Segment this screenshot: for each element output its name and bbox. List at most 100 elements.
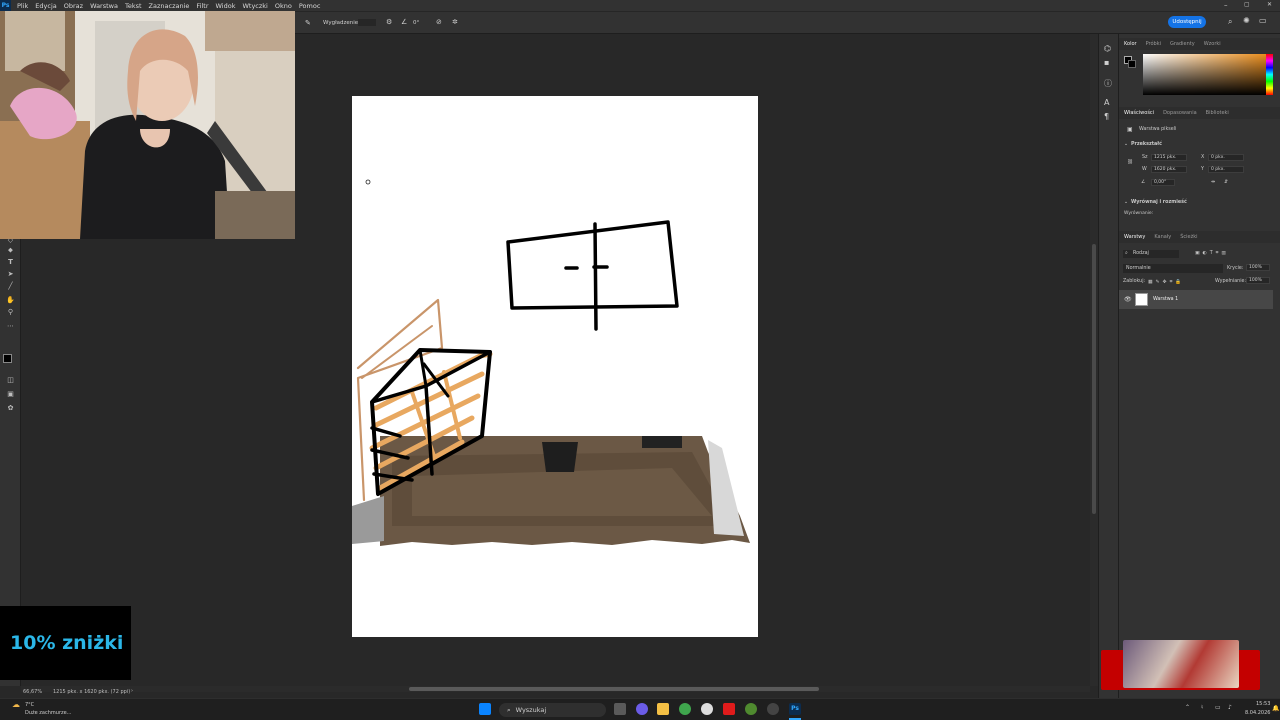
flip-vertical-icon[interactable]: ⇵ xyxy=(1224,180,1228,185)
minimize-icon[interactable]: – xyxy=(1224,1,1228,9)
volume-icon[interactable]: ♪ xyxy=(1228,704,1232,711)
chrome-icon[interactable] xyxy=(679,703,691,715)
weather-desc[interactable]: Duże zachmurze... xyxy=(25,710,71,716)
path-select-icon[interactable]: ➤ xyxy=(5,270,16,278)
menu-window[interactable]: Okno xyxy=(275,2,292,10)
menu-filter[interactable]: Filtr xyxy=(196,2,208,10)
mic-icon[interactable]: ♮ xyxy=(1201,704,1203,711)
video-app-icon[interactable] xyxy=(723,703,735,715)
history-icon[interactable]: ⌬ xyxy=(1104,44,1111,53)
menu-view[interactable]: Widok xyxy=(216,2,236,10)
brush-tool-preset-icon[interactable]: ✎ xyxy=(305,19,311,27)
obs-icon[interactable] xyxy=(767,703,779,715)
layer-name[interactable]: Warstwa 1 xyxy=(1153,297,1178,302)
character-icon[interactable]: A xyxy=(1104,98,1109,107)
flip-horizontal-icon[interactable]: ⇹ xyxy=(1211,180,1215,185)
photoshop-logo-icon[interactable]: Ps xyxy=(0,0,11,11)
menu-image[interactable]: Obraz xyxy=(64,2,83,10)
quick-mask-icon[interactable]: ◫ xyxy=(5,376,16,384)
menu-edit[interactable]: Edycja xyxy=(35,2,56,10)
menu-select[interactable]: Zaznaczanie xyxy=(149,2,190,10)
vertical-scrollbar[interactable] xyxy=(1090,34,1098,686)
eye-icon[interactable]: 👁 xyxy=(1124,296,1132,303)
chevron-right-icon[interactable]: › xyxy=(131,688,133,694)
align-chevron-icon[interactable]: ⌄ xyxy=(1124,200,1128,205)
pressure-icon[interactable]: ⊘ xyxy=(436,18,442,26)
tab-libraries[interactable]: Biblioteki xyxy=(1206,110,1229,116)
hand-tool-icon[interactable]: ✋ xyxy=(5,296,16,304)
tab-patterns[interactable]: Wzorki xyxy=(1204,41,1221,47)
opacity-field[interactable]: 100% xyxy=(1246,264,1270,271)
lock-icons[interactable]: ▦✎✥⌗🔒 xyxy=(1148,279,1184,285)
file-explorer-icon[interactable] xyxy=(657,703,669,715)
tab-color[interactable]: Kolor xyxy=(1124,41,1137,47)
clock-time[interactable]: 15:53 xyxy=(1256,701,1270,707)
weather-icon[interactable]: ☁ xyxy=(12,700,20,709)
task-view-icon[interactable] xyxy=(614,703,626,715)
hue-slider[interactable] xyxy=(1266,54,1273,95)
launcher-icon[interactable] xyxy=(745,703,757,715)
photoshop-taskbar-icon[interactable]: Ps xyxy=(789,703,801,715)
discord-app-icon[interactable] xyxy=(701,703,713,715)
tab-layers[interactable]: Warstwy xyxy=(1124,234,1145,240)
windows-start-icon[interactable] xyxy=(479,703,491,715)
color-background-swatch[interactable] xyxy=(1128,60,1136,68)
close-icon[interactable]: ✕ xyxy=(1267,1,1272,8)
tab-adjustments[interactable]: Dopasowania xyxy=(1163,110,1197,116)
color-field[interactable] xyxy=(1143,54,1270,95)
tab-channels[interactable]: Kanały xyxy=(1154,234,1171,240)
smoothing-input[interactable] xyxy=(358,19,376,26)
fill-field[interactable]: 100% xyxy=(1246,277,1270,284)
info-icon[interactable]: ⓘ xyxy=(1104,78,1112,89)
foreground-color-swatch[interactable] xyxy=(3,354,12,363)
angle-icon[interactable]: ∠ xyxy=(401,18,407,26)
edit-toolbar-icon[interactable]: ✿ xyxy=(5,404,16,412)
vscroll-thumb[interactable] xyxy=(1092,244,1096,514)
paint-bucket-icon[interactable]: ⬥ xyxy=(5,246,16,254)
zoom-tool-icon[interactable]: ⚲ xyxy=(5,308,16,316)
share-button[interactable]: Udostępnij xyxy=(1168,16,1206,28)
layer-filter-select[interactable]: ⌕ Rodzaj xyxy=(1123,250,1179,258)
network-icon[interactable]: ▭ xyxy=(1215,704,1221,711)
layer-filter-icons[interactable]: ▣◐T⌗▥ xyxy=(1195,250,1229,256)
search-icon[interactable]: ⌕ xyxy=(1228,17,1232,27)
maximize-icon[interactable]: ▢ xyxy=(1244,1,1250,8)
screen-mode-icon[interactable]: ▣ xyxy=(5,390,16,398)
clock-date[interactable]: 8.04.2026 xyxy=(1245,710,1270,716)
blend-mode-select[interactable]: Normalnie xyxy=(1123,264,1223,273)
x-field[interactable]: 0 pkx. xyxy=(1208,154,1244,161)
transform-header[interactable]: Przekształć xyxy=(1131,142,1162,147)
menu-layer[interactable]: Warstwa xyxy=(90,2,118,10)
height-field[interactable]: 1620 pkx. xyxy=(1151,166,1187,173)
width-field[interactable]: 1215 pkx. xyxy=(1151,154,1187,161)
gear-icon[interactable]: ⚙ xyxy=(386,18,392,26)
layer-row[interactable]: 👁 Warstwa 1 xyxy=(1119,290,1273,309)
tray-chevron-icon[interactable]: ⌃ xyxy=(1185,704,1190,711)
y-field[interactable]: 0 pkx. xyxy=(1208,166,1244,173)
tab-properties[interactable]: Właściwości xyxy=(1124,110,1154,116)
document-canvas[interactable] xyxy=(352,96,758,637)
symmetry-icon[interactable]: ✲ xyxy=(452,18,458,26)
zoom-level[interactable]: 66,67% xyxy=(23,689,42,695)
angle-value[interactable]: 0° xyxy=(413,20,419,26)
menu-help[interactable]: Pomoc xyxy=(299,2,321,10)
align-header[interactable]: Wyrównaj i rozmieść xyxy=(1131,200,1187,205)
more-tools-icon[interactable]: ⋯ xyxy=(5,322,16,330)
notifications-icon[interactable]: 🔔 xyxy=(1272,705,1279,712)
tab-paths[interactable]: Ścieżki xyxy=(1180,234,1197,240)
comments-icon[interactable]: ▪ xyxy=(1104,58,1109,67)
paragraph-icon[interactable]: ¶ xyxy=(1104,112,1109,121)
menu-plugins[interactable]: Wtyczki xyxy=(242,2,267,10)
link-icon[interactable]: ⛓ xyxy=(1127,160,1133,165)
taskbar-search[interactable]: ⌕ Wyszukaj xyxy=(499,703,606,717)
workspace-icon[interactable]: ▭ xyxy=(1259,16,1267,25)
menu-type[interactable]: Tekst xyxy=(125,2,142,10)
tab-gradients[interactable]: Gradienty xyxy=(1170,41,1195,47)
weather-temp[interactable]: 7°C xyxy=(25,702,34,708)
menu-file[interactable]: Plik xyxy=(17,2,28,10)
angle-field[interactable]: 0,00° xyxy=(1151,179,1175,186)
type-tool-icon[interactable]: T xyxy=(5,258,16,266)
tab-swatches[interactable]: Próbki xyxy=(1146,41,1161,47)
messenger-icon[interactable] xyxy=(636,703,648,715)
line-tool-icon[interactable]: ╱ xyxy=(5,282,16,290)
